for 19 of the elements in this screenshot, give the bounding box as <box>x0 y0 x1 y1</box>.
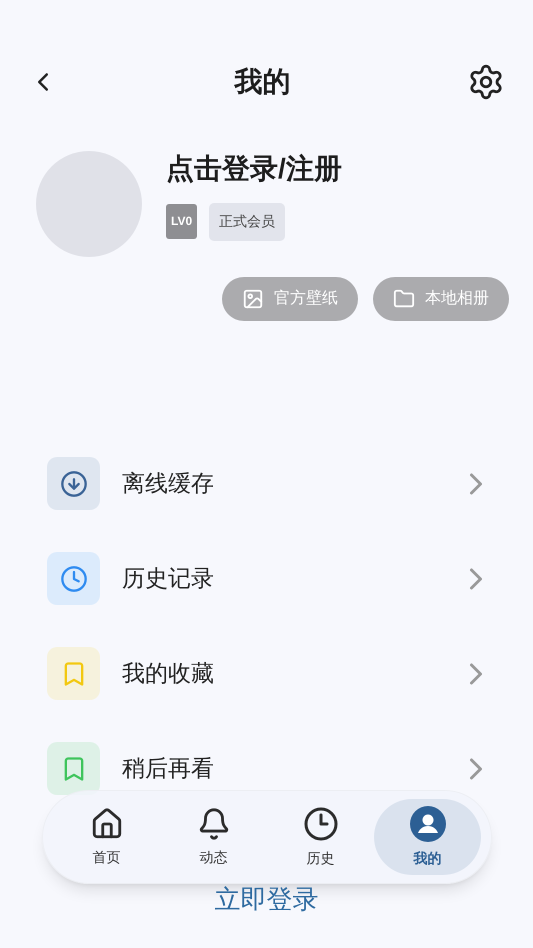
menu-label[interactable]: 离线缓存 <box>122 466 458 501</box>
clock-icon <box>302 806 338 842</box>
nav-tab[interactable]: 我的 <box>374 799 481 875</box>
clock-icon <box>60 564 88 592</box>
membership-tag: 正式会员 <box>209 202 286 240</box>
user-icon <box>410 806 446 842</box>
nav-tab[interactable]: 首页 <box>53 799 160 875</box>
level-tag: LV0 <box>166 204 198 238</box>
menu-label[interactable]: 历史记录 <box>122 561 458 596</box>
folder-icon <box>393 288 415 310</box>
image-icon <box>242 288 264 310</box>
login-link[interactable]: 立即登录 <box>214 880 318 919</box>
nav-tab[interactable]: 历史 <box>267 799 374 875</box>
page-title: 我的 <box>234 65 290 99</box>
menu-label[interactable]: 稍后再看 <box>122 751 458 786</box>
menu-label[interactable]: 我的收藏 <box>122 656 458 691</box>
nav-tab[interactable]: 动态 <box>160 799 267 875</box>
login-prompt[interactable]: 点击登录/注册 <box>166 148 342 190</box>
download-icon <box>60 470 88 498</box>
